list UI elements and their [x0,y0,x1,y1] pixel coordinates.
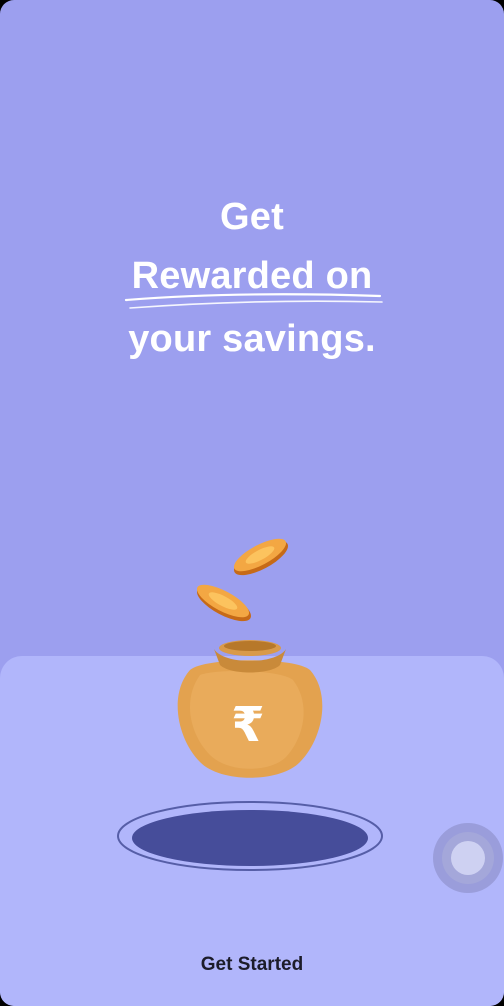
onboarding-screen: Get Rewarded on your savings. ₹ Get Star… [0,0,504,1006]
portal-hole-icon [117,801,383,871]
rupee-symbol: ₹ [231,697,264,753]
coin-icon [196,584,251,622]
assistive-touch-button[interactable] [432,822,504,894]
get-started-button[interactable]: Get Started [0,954,504,976]
savings-illustration: ₹ [117,538,383,871]
coin-icon [233,538,288,576]
money-bag-icon: ₹ [177,640,323,778]
assistive-touch-icon [433,823,503,893]
headline-line-3: your savings. [128,318,376,360]
headline-line-1: Get [220,196,284,238]
headline-underline-decoration [124,293,383,309]
